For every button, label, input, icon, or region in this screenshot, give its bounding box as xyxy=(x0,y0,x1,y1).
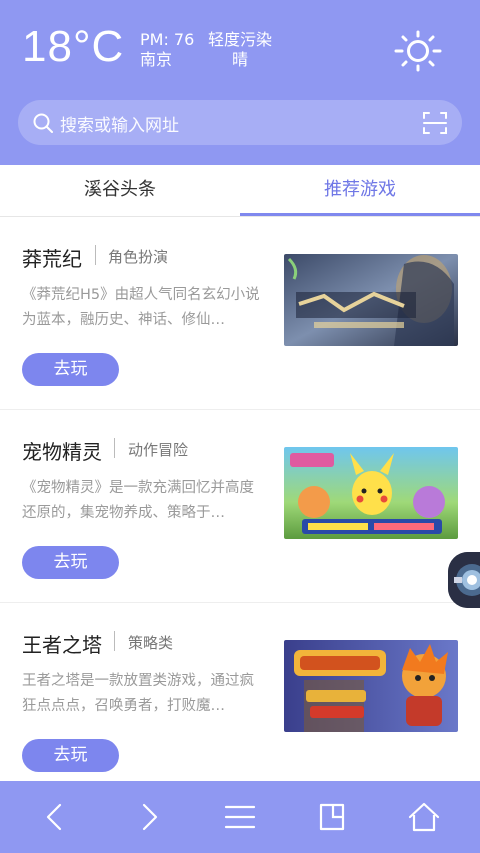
active-tab-indicator xyxy=(240,213,480,216)
bottom-nav-bar xyxy=(0,781,480,853)
temperature: 18°C xyxy=(22,22,125,71)
game-description: 《宠物精灵》是一款充满回忆并高度还原的，集宠物养成、策略于… xyxy=(22,480,254,521)
game-title[interactable]: 王者之塔 xyxy=(22,629,102,658)
game-category: 动作冒险 xyxy=(128,441,189,459)
game-description: 《莽荒纪H5》由超人气同名玄幻小说为蓝本，融历史、神话、修仙… xyxy=(22,287,260,328)
divider xyxy=(114,631,115,651)
forward-icon[interactable] xyxy=(130,799,166,835)
tabs-icon[interactable] xyxy=(314,799,350,835)
floating-gamepad-icon[interactable] xyxy=(448,552,480,608)
air-quality: 轻度污染 xyxy=(208,30,273,49)
tab-recommended-games[interactable]: 推荐游戏 xyxy=(240,165,480,217)
game-card[interactable]: 莽荒纪 角色扮演 《莽荒纪H5》由超人气同名玄幻小说为蓝本，融历史、神话、修仙…… xyxy=(0,217,480,410)
game-thumbnail[interactable] xyxy=(284,640,458,732)
sun-icon[interactable] xyxy=(392,28,444,74)
divider xyxy=(114,438,115,458)
weather-condition: 晴 xyxy=(232,50,249,69)
game-card[interactable]: 王者之塔 策略类 王者之塔是一款放置类游戏，通过疯狂点点点，召唤勇者，打败魔… … xyxy=(0,603,480,796)
game-list: 莽荒纪 角色扮演 《莽荒纪H5》由超人气同名玄幻小说为蓝本，融历史、神话、修仙…… xyxy=(0,217,480,796)
pm-value: PM: 76 xyxy=(140,30,195,49)
game-title[interactable]: 宠物精灵 xyxy=(22,436,102,465)
play-button[interactable]: 去玩 xyxy=(22,546,119,579)
tab-headlines[interactable]: 溪谷头条 xyxy=(0,165,240,217)
search-icon xyxy=(33,113,53,133)
home-icon[interactable] xyxy=(406,799,442,835)
back-icon[interactable] xyxy=(38,799,74,835)
menu-icon[interactable] xyxy=(222,799,258,835)
city-name: 南京 xyxy=(140,50,173,69)
game-thumbnail[interactable] xyxy=(284,254,458,346)
game-category: 策略类 xyxy=(128,634,174,652)
divider xyxy=(95,245,96,265)
play-button[interactable]: 去玩 xyxy=(22,739,119,772)
weather-header: 18°C PM: 76 南京 轻度污染 晴 搜索或输入网址 xyxy=(0,0,480,165)
game-card[interactable]: 宠物精灵 动作冒险 《宠物精灵》是一款充满回忆并高度还原的，集宠物养成、策略于…… xyxy=(0,410,480,603)
game-title[interactable]: 莽荒纪 xyxy=(22,243,82,272)
search-bar[interactable]: 搜索或输入网址 xyxy=(18,100,462,145)
play-button[interactable]: 去玩 xyxy=(22,353,119,386)
game-thumbnail[interactable] xyxy=(284,447,458,539)
tab-bar: 溪谷头条 推荐游戏 xyxy=(0,165,480,217)
game-description: 王者之塔是一款放置类游戏，通过疯狂点点点，召唤勇者，打败魔… xyxy=(22,673,254,714)
search-placeholder[interactable]: 搜索或输入网址 xyxy=(60,111,179,136)
game-category: 角色扮演 xyxy=(108,248,169,266)
scan-icon[interactable] xyxy=(422,110,448,136)
